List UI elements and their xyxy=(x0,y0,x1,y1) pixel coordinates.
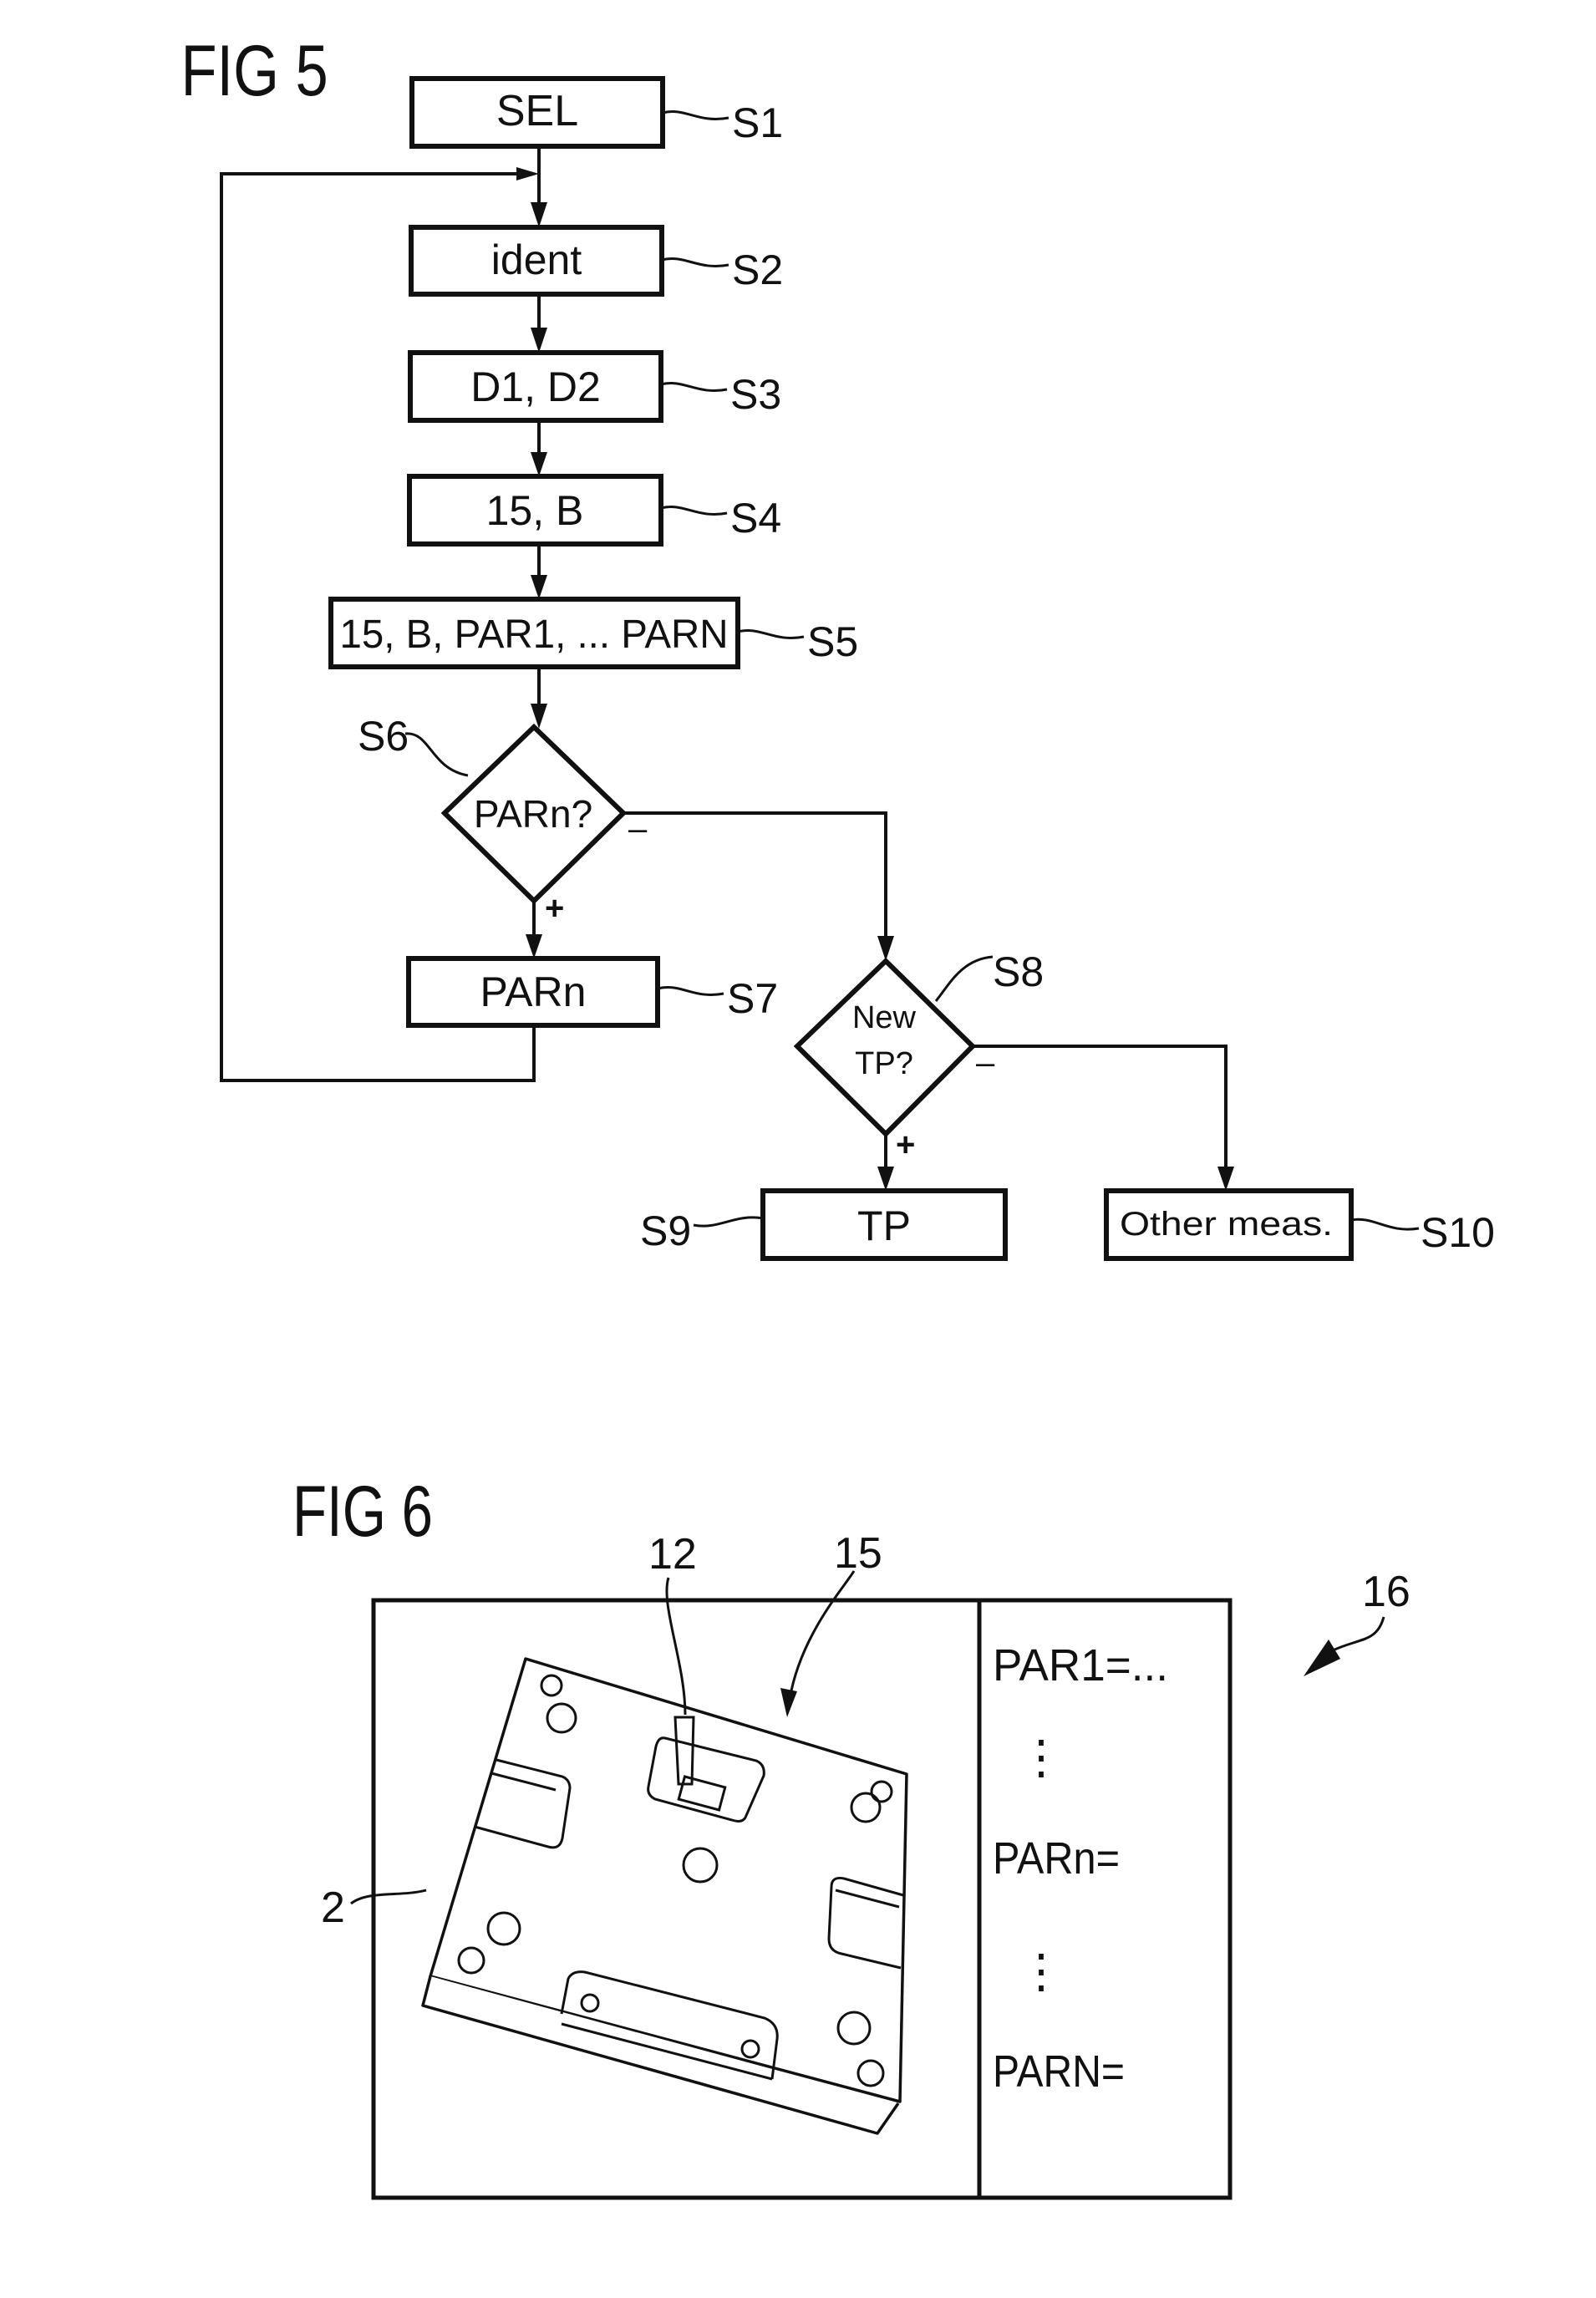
step-s9-ref: S9 xyxy=(640,1207,691,1254)
step-s1-ref: S1 xyxy=(732,99,783,146)
fig6: FIG 6 12 15 16 2 PAR1=... ⋮ PARn= ⋮ PARN… xyxy=(292,1472,1410,2200)
step-s10: Other meas. S10 xyxy=(1104,1188,1495,1261)
patent-figures: FIG 5 SEL S1 ident S2 D1, D2 S3 15, B S4… xyxy=(180,30,1495,2200)
arrowhead-icon xyxy=(531,328,547,353)
connector-s6-s8 xyxy=(623,811,887,953)
step-s5-ref: S5 xyxy=(807,618,858,665)
ref-part-2: 2 xyxy=(321,1884,345,1932)
step-s8-decision: New TP? S8 + – xyxy=(793,948,1044,1163)
step-s8-text-line1: New xyxy=(852,1000,917,1035)
step-s8-ref: S8 xyxy=(993,948,1044,995)
step-s4-text: 15, B xyxy=(486,487,584,534)
step-s2: ident S2 xyxy=(409,225,783,297)
step-s2-text: ident xyxy=(491,236,582,283)
arrowhead-icon xyxy=(877,936,894,961)
step-s1: SEL S1 xyxy=(409,76,783,149)
s6-no-label: – xyxy=(628,811,648,847)
param-nth: PARn= xyxy=(993,1833,1120,1884)
arrowhead-icon xyxy=(531,452,547,476)
param-ellipsis-2: ⋮ xyxy=(1018,1945,1065,1997)
fig5: FIG 5 SEL S1 ident S2 D1, D2 S3 15, B S4… xyxy=(180,30,1495,1261)
ref-screen-16: 16 xyxy=(1362,1568,1410,1616)
arrowhead-icon xyxy=(516,167,539,180)
step-s3: D1, D2 S3 xyxy=(408,350,781,423)
step-s10-ref: S10 xyxy=(1421,1209,1495,1256)
step-s4-ref: S4 xyxy=(730,495,781,541)
s8-yes-label: + xyxy=(896,1126,915,1163)
arrowhead-icon xyxy=(1217,1167,1234,1191)
arrowhead-icon xyxy=(526,934,542,958)
param-first: PAR1=... xyxy=(993,1640,1168,1690)
step-s2-ref: S2 xyxy=(732,247,783,293)
step-s5-text: 15, B, PAR1, ... PARN xyxy=(340,613,729,657)
arrowhead-icon xyxy=(1304,1640,1340,1676)
step-s8-text-line2: TP? xyxy=(855,1046,913,1081)
arrowhead-icon xyxy=(877,1167,894,1191)
fig6-title: FIG 6 xyxy=(292,1472,433,1552)
param-last: PARN= xyxy=(993,2046,1125,2097)
step-s3-text: D1, D2 xyxy=(470,364,601,410)
connector-s8-s10 xyxy=(973,1045,1227,1181)
step-s6-decision: PARn? S6 + – xyxy=(358,713,648,927)
step-s6-ref: S6 xyxy=(358,713,409,760)
step-s7-text: PARn xyxy=(480,969,587,1015)
s8-no-label: – xyxy=(976,1045,995,1081)
s6-yes-label: + xyxy=(545,890,564,927)
fig5-title: FIG 5 xyxy=(180,30,328,110)
ref-image-15: 15 xyxy=(834,1529,882,1578)
step-s4: 15, B S4 xyxy=(407,474,781,547)
step-s7: PARn S7 xyxy=(406,956,778,1028)
step-s1-text: SEL xyxy=(496,87,578,135)
step-s5: 15, B, PAR1, ... PARN S5 xyxy=(328,597,858,669)
arrowhead-icon xyxy=(531,202,547,227)
ref-probe-12: 12 xyxy=(648,1530,697,1579)
step-s9: TP S9 xyxy=(640,1188,1008,1261)
param-ellipsis-1: ⋮ xyxy=(1018,1731,1065,1783)
step-s10-text: Other meas. xyxy=(1120,1206,1333,1243)
step-s3-ref: S3 xyxy=(730,371,781,418)
step-s7-ref: S7 xyxy=(727,975,778,1022)
step-s9-text: TP xyxy=(857,1202,911,1249)
step-s6-text: PARn? xyxy=(474,792,592,836)
arrowhead-icon xyxy=(531,575,547,599)
